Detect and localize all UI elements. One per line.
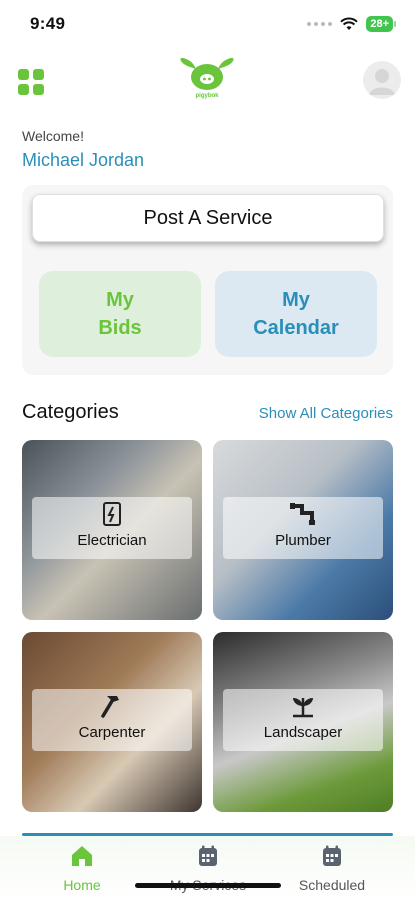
logo-text: pigybok	[195, 93, 219, 99]
profile-avatar[interactable]	[363, 61, 401, 99]
app-header: pigybok	[0, 55, 415, 105]
tab-scheduled[interactable]: Scheduled	[272, 844, 392, 893]
category-label: Carpenter	[78, 724, 146, 741]
category-label: Electrician	[77, 532, 147, 549]
user-name: Michael Jordan	[22, 150, 145, 170]
category-overlay: Electrician	[32, 497, 192, 559]
status-icons: 28+	[307, 16, 396, 32]
status-bar: 9:49 28+	[0, 0, 415, 48]
category-card-carpenter[interactable]: Carpenter	[22, 632, 202, 812]
user-icon	[369, 69, 395, 95]
my-calendar-label-line1: My	[282, 289, 310, 311]
category-overlay: Landscaper	[223, 689, 383, 751]
app-logo: pigybok	[176, 57, 238, 103]
tab-home[interactable]: Home	[22, 844, 142, 893]
status-time: 9:49	[30, 14, 66, 33]
show-all-categories-link[interactable]: Show All Categories	[259, 405, 393, 422]
home-indicator[interactable]	[135, 883, 281, 888]
category-overlay: Carpenter	[32, 689, 192, 751]
hammer-icon	[101, 696, 119, 718]
electric-panel-icon	[103, 502, 121, 526]
tab-scheduled-label: Scheduled	[298, 877, 366, 893]
categories-title: Categories	[22, 401, 119, 423]
category-card-electrician[interactable]: Electrician	[22, 440, 202, 620]
signal-dots-icon	[307, 22, 333, 26]
category-card-plumber[interactable]: Plumber	[213, 440, 393, 620]
welcome-label: Welcome!	[22, 128, 84, 144]
wifi-icon	[340, 17, 359, 30]
category-overlay: Plumber	[223, 497, 383, 559]
my-bids-button[interactable]: My Bids	[39, 271, 201, 357]
battery-indicator: 28+	[366, 16, 396, 32]
post-service-button[interactable]: Post A Service	[32, 194, 384, 242]
my-calendar-label-line2: Calendar	[253, 317, 339, 339]
plant-icon	[293, 698, 313, 718]
quick-actions-panel: Post A Service My Bids My Calendar	[22, 185, 393, 375]
pig-logo-icon	[180, 57, 234, 90]
my-bids-label-line2: Bids	[98, 317, 142, 339]
home-icon	[72, 846, 92, 866]
bottom-tab-bar: Home My Services Scheduled	[0, 836, 415, 900]
menu-grid-icon[interactable]	[18, 69, 44, 95]
category-label: Landscaper	[263, 724, 343, 741]
category-label: Plumber	[275, 532, 331, 549]
my-bids-label-line1: My	[106, 289, 134, 311]
my-calendar-button[interactable]: My Calendar	[215, 271, 377, 357]
calendar-icon	[199, 845, 217, 866]
calendar-icon	[323, 845, 341, 866]
tab-home-label: Home	[63, 877, 101, 893]
category-card-landscaper[interactable]: Landscaper	[213, 632, 393, 812]
pipe-faucet-icon	[290, 503, 315, 525]
